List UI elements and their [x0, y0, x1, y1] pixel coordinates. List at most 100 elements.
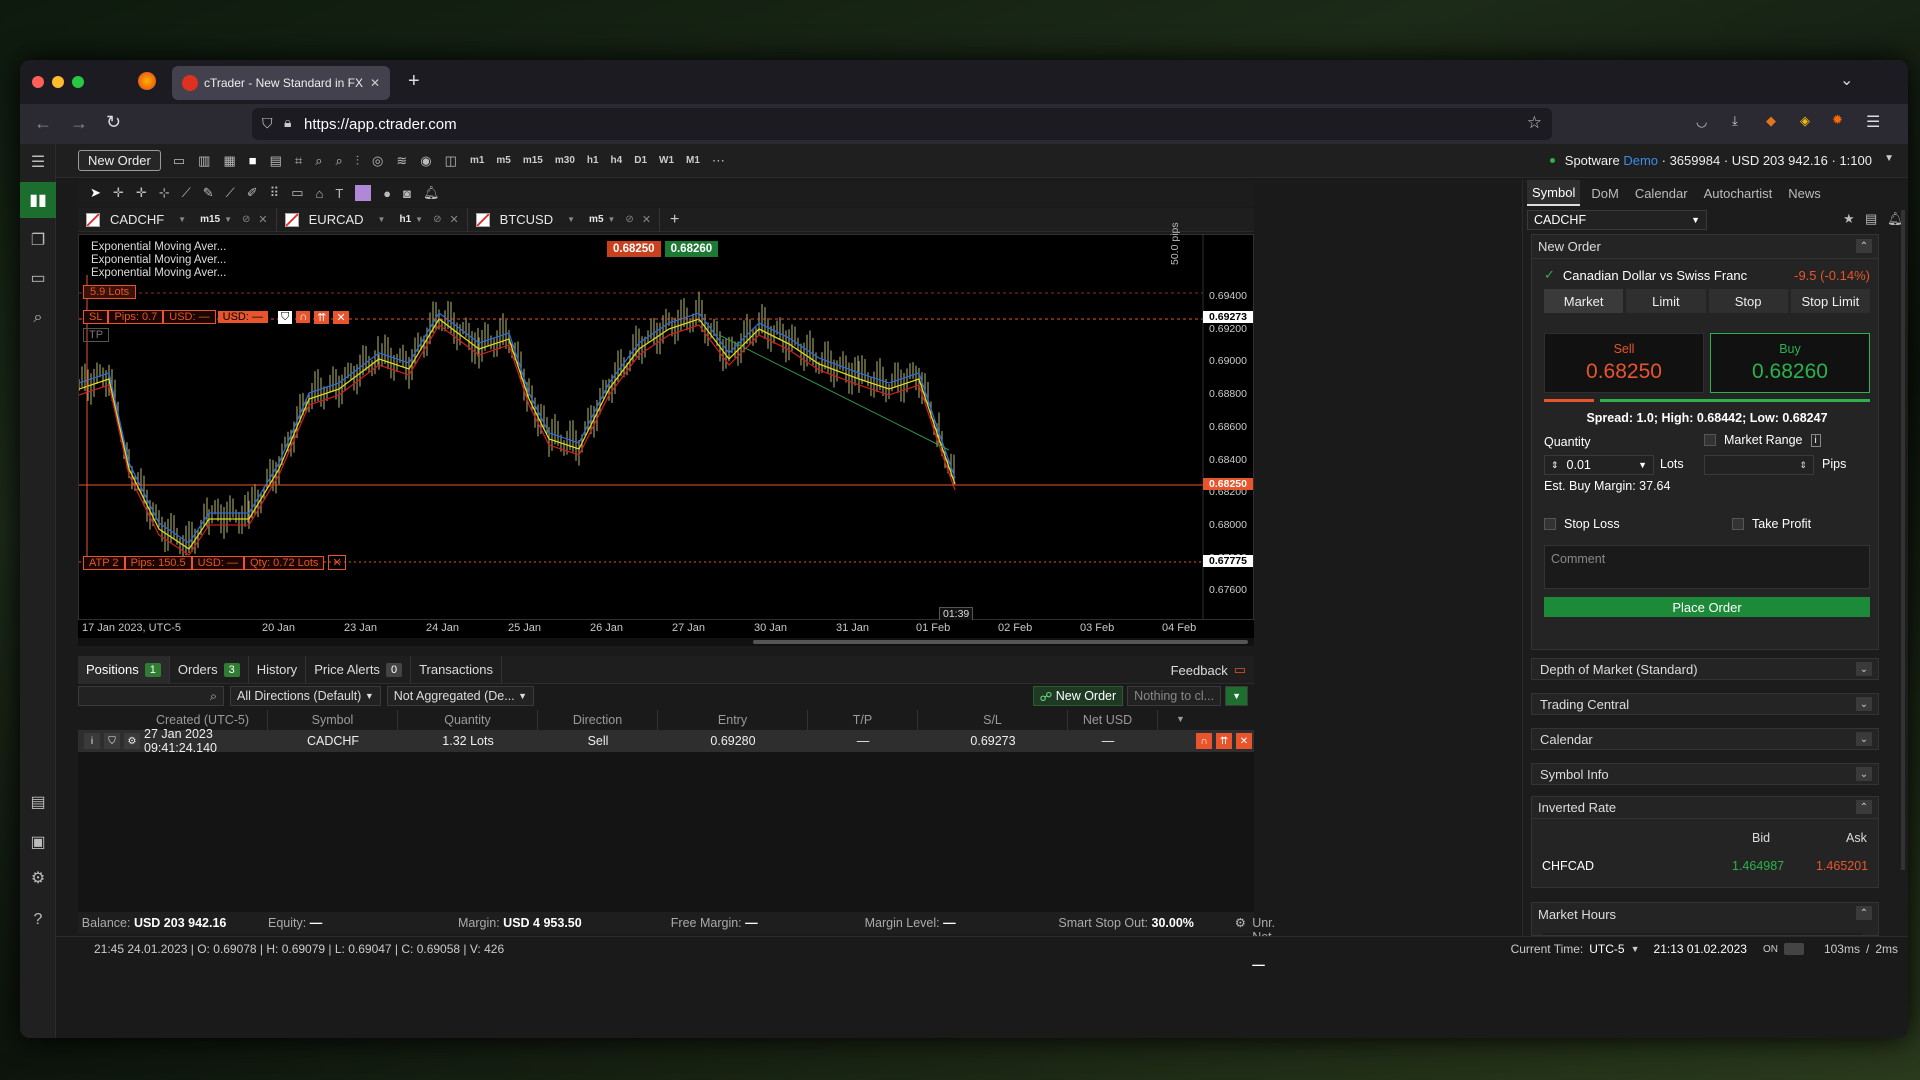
tab-positions[interactable]: Positions 1	[78, 655, 170, 684]
analyze-search-icon[interactable]: ⌕	[20, 300, 56, 336]
close-tab-icon[interactable]: ✕	[258, 213, 267, 226]
layers-icon[interactable]: ≋	[396, 153, 407, 169]
table-row[interactable]: i ⛉ ⚙ 27 Jan 2023 09:41:24.140 CADCHF 1.32 Lo…	[78, 727, 1254, 755]
inverted-rate-header[interactable]: Inverted Rate ⌃	[1532, 797, 1878, 819]
summary-settings-icon[interactable]: ⚙	[1235, 915, 1246, 930]
tab-list-chevron-icon[interactable]: ⌄	[1840, 70, 1853, 90]
positions-search-input[interactable]: ⌕	[78, 686, 224, 706]
timeframe-button[interactable]: m30	[555, 155, 575, 166]
tab-dom[interactable]: DoM	[1586, 180, 1623, 206]
browser-tab[interactable]: cTrader - New Standard in FX & ✕	[172, 66, 390, 100]
algo-icon[interactable]: ▭	[20, 260, 56, 296]
order-type-stop-limit[interactable]: Stop Limit	[1790, 289, 1870, 313]
add-chart-button[interactable]: +	[670, 211, 679, 229]
double-icon[interactable]: ⇈	[1216, 733, 1232, 749]
shield-icon[interactable]: ⛉	[262, 115, 273, 132]
column-header[interactable]: Direction	[538, 710, 658, 730]
cbot-icon[interactable]: ◎	[372, 153, 383, 169]
camera-icon[interactable]: ◙	[403, 186, 411, 201]
bell-icon[interactable]: 🔔︎	[423, 185, 440, 201]
direction-filter[interactable]: All Directions (Default) ▼	[230, 686, 381, 706]
price-chart[interactable]: Exponential Moving Aver... Exponential M…	[78, 222, 1254, 621]
reverse-icon[interactable]: ∩	[1196, 733, 1212, 749]
chevron-down-icon[interactable]: ▼	[567, 215, 575, 224]
timeframe-button[interactable]: W1	[659, 155, 674, 166]
quick-sell-button[interactable]: 0.68250	[607, 241, 661, 257]
fib-icon[interactable]: ⟋	[226, 185, 235, 201]
url-input[interactable]: ⛉ 🔒︎ https://app.ctrader.com ☆	[252, 108, 1552, 140]
minimize-window-button[interactable]	[52, 76, 64, 88]
place-order-button[interactable]: Place Order	[1544, 597, 1870, 617]
buy-button[interactable]: Buy 0.68260	[1710, 333, 1870, 393]
sl-line-label[interactable]: SL Pips: 0.7 USD: — USD: — ⛉ ∩ ⇈ ✕	[83, 310, 349, 324]
atp-line-label[interactable]: ATP 2 Pips: 150.5 USD: — Qty: 0.72 Lots …	[83, 555, 346, 570]
double-icon[interactable]: ⇈	[314, 310, 330, 324]
zoom-window-button[interactable]	[72, 76, 84, 88]
info-icon[interactable]: i	[84, 733, 100, 749]
link-icon[interactable]: ⊘	[625, 214, 633, 225]
alert-icon[interactable]: ◫	[445, 153, 457, 169]
info-icon[interactable]: i	[1810, 433, 1821, 447]
crosshair2-icon[interactable]: ✛	[136, 185, 147, 201]
trade-candles-icon[interactable]: ▮▮	[20, 182, 56, 218]
expand-icon[interactable]: ⌄	[1856, 732, 1872, 746]
sell-button[interactable]: Sell 0.68250	[1544, 333, 1704, 393]
shop-icon[interactable]: ▤	[20, 784, 56, 820]
indicator-label[interactable]: Exponential Moving Aver...	[91, 254, 226, 267]
market-hours-header[interactable]: Market Hours ⌃	[1532, 903, 1878, 925]
reload-icon[interactable]: ↻	[106, 112, 121, 133]
grid-layout-icon[interactable]: ▦	[223, 153, 235, 169]
trend-line[interactable]	[718, 334, 950, 451]
firefox-icon[interactable]	[138, 72, 156, 90]
extension-icon[interactable]: ◈	[1800, 113, 1810, 129]
tab-transactions[interactable]: Transactions	[411, 655, 502, 684]
take-profit-toggle[interactable]: Take Profit	[1732, 517, 1811, 531]
indicator-label[interactable]: Exponential Moving Aver...	[91, 241, 226, 254]
collapse-icon[interactable]: ⌃	[1856, 906, 1872, 920]
column-header[interactable]: Entry	[658, 710, 808, 730]
section-trading-central[interactable]: Trading Central ⌄	[1531, 693, 1879, 715]
chart-tab-timeframe[interactable]: h1	[399, 214, 411, 225]
column-header[interactable]: Net USD	[1058, 710, 1158, 730]
copy-icon[interactable]: ❐	[20, 222, 56, 258]
help-icon[interactable]: ?	[20, 902, 56, 938]
split-chart-icon[interactable]: ▤	[270, 153, 282, 169]
brush-icon[interactable]: ✐	[247, 185, 258, 201]
settings-gear-icon[interactable]: ⚙	[20, 860, 56, 896]
circle-icon[interactable]: ●	[383, 186, 391, 201]
new-order-header[interactable]: New Order ⌃	[1532, 235, 1878, 259]
collapse-icon[interactable]: ⌃	[1856, 239, 1872, 253]
measure-icon[interactable]: ⊹	[159, 185, 170, 201]
close-tab-icon[interactable]: ✕	[642, 213, 651, 226]
chart-mode-icon[interactable]: ▭	[173, 153, 185, 169]
protect-icon[interactable]: ⛉	[104, 733, 120, 749]
new-order-button[interactable]: New Order	[78, 150, 161, 171]
pocket-icon[interactable]: ◡	[1696, 114, 1707, 130]
chevron-down-icon[interactable]: ▼	[224, 215, 232, 224]
timeframe-button[interactable]: m15	[523, 155, 543, 166]
tab-price-alerts[interactable]: Price Alerts 0	[306, 655, 412, 684]
timeframe-button[interactable]: m1	[470, 155, 484, 166]
market-range-input[interactable]: ⇕	[1704, 455, 1814, 475]
chart-tab-timeframe[interactable]: m5	[589, 214, 603, 225]
stepper-icon[interactable]: ⇕	[1551, 460, 1559, 471]
account-info[interactable]: Spotware Demo · 3659984 · USD 203 942.16…	[1549, 153, 1872, 168]
timeframe-button[interactable]: D1	[634, 155, 647, 166]
link-icon[interactable]: ⊘	[433, 214, 441, 225]
stop-loss-checkbox[interactable]	[1544, 518, 1556, 530]
close-all-dropdown-icon[interactable]: ▼	[1225, 686, 1248, 706]
expand-icon[interactable]: ⌄	[1856, 767, 1872, 781]
hamburger-icon[interactable]: ☰	[20, 144, 56, 180]
close-all-button[interactable]: Nothing to cl...	[1127, 686, 1222, 706]
close-tab-icon[interactable]: ✕	[449, 213, 458, 226]
chart-tab-cadchf[interactable]: CADCHF ▼ m15 ▼ ⊘ ✕	[78, 207, 277, 232]
chevron-down-icon[interactable]: ▼	[1631, 944, 1640, 954]
time-axis[interactable]: 17 Jan 2023, UTC-5 20 Jan 23 Jan 24 Jan 25 J…	[78, 620, 1254, 638]
section-calendar[interactable]: Calendar ⌄	[1531, 728, 1879, 750]
close-position-icon[interactable]: ✕	[333, 310, 349, 324]
market-range-checkbox[interactable]	[1704, 434, 1716, 446]
more-icon[interactable]: ⋯	[712, 153, 725, 169]
comment-input[interactable]: Comment	[1544, 545, 1870, 589]
layout-icon[interactable]: ▥	[198, 153, 210, 169]
column-header[interactable]: S/L	[918, 710, 1068, 730]
